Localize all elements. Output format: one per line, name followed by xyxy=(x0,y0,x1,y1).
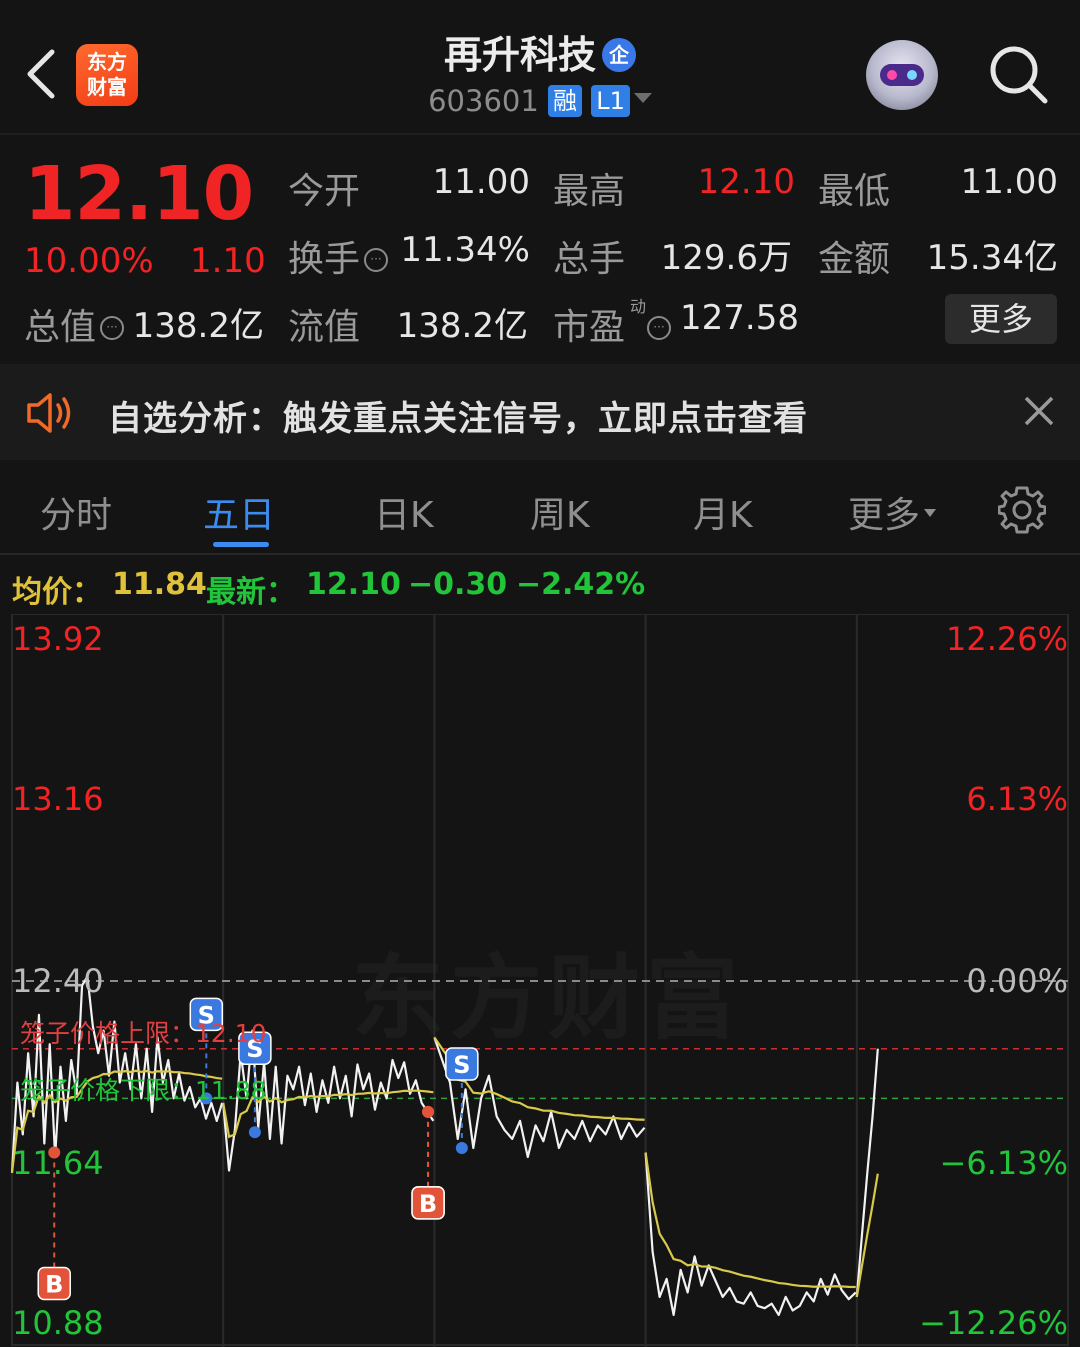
mktcap-value: 138.2亿 xyxy=(132,306,264,346)
pe-dynamic-sup: 动 xyxy=(630,297,647,316)
sell-marker-label: S xyxy=(453,1051,470,1079)
avg-label: 均价： xyxy=(12,575,102,610)
avg-value: 11.84 xyxy=(112,567,207,602)
level-tag[interactable]: L1 xyxy=(591,85,630,117)
pe-label: 市盈 ··· xyxy=(553,298,672,350)
amount-value: 15.34亿 xyxy=(926,238,1058,278)
y-tick-right-0: 12.26% xyxy=(945,620,1068,658)
tab-five-day[interactable]: 五日 xyxy=(203,486,275,538)
avatar-visor xyxy=(880,64,924,86)
tab-day-k[interactable]: 日K xyxy=(374,486,434,538)
caret-down-icon[interactable] xyxy=(633,93,652,103)
avg-line-day-4 xyxy=(644,1152,856,1289)
high-label: 最高 xyxy=(553,171,626,212)
y-tick-left-1: 13.16 xyxy=(12,780,104,818)
price-line-day-4 xyxy=(644,1152,857,1317)
chart-summary-bar: 均价： 11.84 最新： 12.10 −0.30 −2.42% xyxy=(0,557,1080,613)
notice-banner[interactable]: 自选分析：触发重点关注信号，立即点击查看 xyxy=(0,364,1080,460)
stock-code: 603601 xyxy=(428,84,539,118)
latest-label: 最新： xyxy=(206,575,296,610)
quote-panel: 12.10 10.00% 1.10 今开 11.00 最高 12.10 最低 1… xyxy=(0,137,1080,362)
y-tick-right-4: −12.26% xyxy=(919,1304,1068,1342)
float-label: 流值 xyxy=(288,307,361,348)
info-icon[interactable]: ··· xyxy=(647,316,672,340)
info-icon[interactable]: ··· xyxy=(364,248,389,272)
robot-avatar-icon[interactable] xyxy=(866,40,938,110)
five-day-chart[interactable]: 东方财富 BSBSBS 13.92 13.16 12.40 11.64 10.8… xyxy=(0,614,1080,1347)
marker-dot xyxy=(455,1141,468,1154)
change-percent: 10.00% xyxy=(24,241,154,281)
amount-label: 金额 xyxy=(818,239,891,280)
tab-more-label: 更多 xyxy=(848,495,921,536)
turnover-label-text: 换手 xyxy=(288,239,361,280)
avg-line-day-5 xyxy=(855,1173,879,1298)
open-label: 今开 xyxy=(288,171,361,212)
y-tick-left-3: 11.64 xyxy=(12,1144,104,1182)
float-value: 138.2亿 xyxy=(396,306,528,346)
pe-label-text: 市盈 xyxy=(553,307,626,348)
cage-lower-label: 笼子价格下限：11.88 xyxy=(20,1076,267,1105)
y-tick-right-3: −6.13% xyxy=(939,1144,1068,1182)
period-tabs: 分时 五日 日K 周K 月K 更多 xyxy=(0,462,1080,555)
cage-upper-label: 笼子价格上限：12.10 xyxy=(20,1019,267,1048)
tab-more[interactable]: 更多 xyxy=(848,486,937,538)
latest-value: 12.10 xyxy=(306,567,401,602)
close-icon[interactable] xyxy=(1020,392,1058,430)
diff-percent: −2.42% xyxy=(516,567,646,602)
pe-value: 127.58 xyxy=(680,298,799,338)
notice-text: 自选分析：触发重点关注信号，立即点击查看 xyxy=(108,399,808,439)
margin-tag[interactable]: 融 xyxy=(548,85,583,117)
high-value: 12.10 xyxy=(697,162,795,202)
search-icon[interactable] xyxy=(986,42,1050,106)
tab-month-k[interactable]: 月K xyxy=(693,486,753,538)
y-tick-right-1: 6.13% xyxy=(966,780,1068,818)
price-line-day-5 xyxy=(855,1048,879,1298)
y-tick-right-2: 0.00% xyxy=(966,962,1068,1000)
change-amount: 1.10 xyxy=(190,241,266,281)
price-chart-svg[interactable]: BSBSBS xyxy=(0,614,1080,1347)
tab-week-k[interactable]: 周K xyxy=(530,486,590,538)
marker-dot xyxy=(248,1126,261,1139)
gear-icon[interactable] xyxy=(998,486,1046,534)
info-icon[interactable]: ··· xyxy=(100,316,125,340)
more-quote-button[interactable]: 更多 xyxy=(945,294,1057,344)
chart-frame xyxy=(11,614,1069,1346)
low-value: 11.00 xyxy=(960,162,1058,202)
header-bar: 东方 财富 再升科技企 603601 融 L1 xyxy=(0,0,1080,135)
volume-label: 总手 xyxy=(553,239,626,280)
qi-badge-icon[interactable]: 企 xyxy=(602,38,636,72)
turnover-label: 换手 ··· xyxy=(288,230,389,282)
tab-intraday[interactable]: 分时 xyxy=(40,486,112,538)
diff-value: −0.30 xyxy=(408,567,508,602)
y-tick-left-0: 13.92 xyxy=(12,620,104,658)
turnover-value: 11.34% xyxy=(400,230,530,270)
volume-value: 129.6万 xyxy=(660,238,792,278)
active-tab-indicator xyxy=(213,542,269,547)
buy-marker-label: B xyxy=(419,1190,437,1218)
mktcap-label: 总值 ··· xyxy=(24,298,125,350)
stock-name: 再升科技 xyxy=(443,33,596,77)
caret-down-icon xyxy=(924,509,937,517)
speaker-icon xyxy=(27,393,71,433)
mktcap-label-text: 总值 xyxy=(24,307,97,348)
low-label: 最低 xyxy=(818,171,891,212)
last-price: 12.10 xyxy=(24,151,254,237)
y-tick-left-2: 12.40 xyxy=(12,962,104,1000)
buy-marker-label: B xyxy=(45,1271,63,1299)
y-tick-left-4: 10.88 xyxy=(12,1304,104,1342)
marker-dot xyxy=(422,1105,435,1118)
open-value: 11.00 xyxy=(432,162,530,202)
